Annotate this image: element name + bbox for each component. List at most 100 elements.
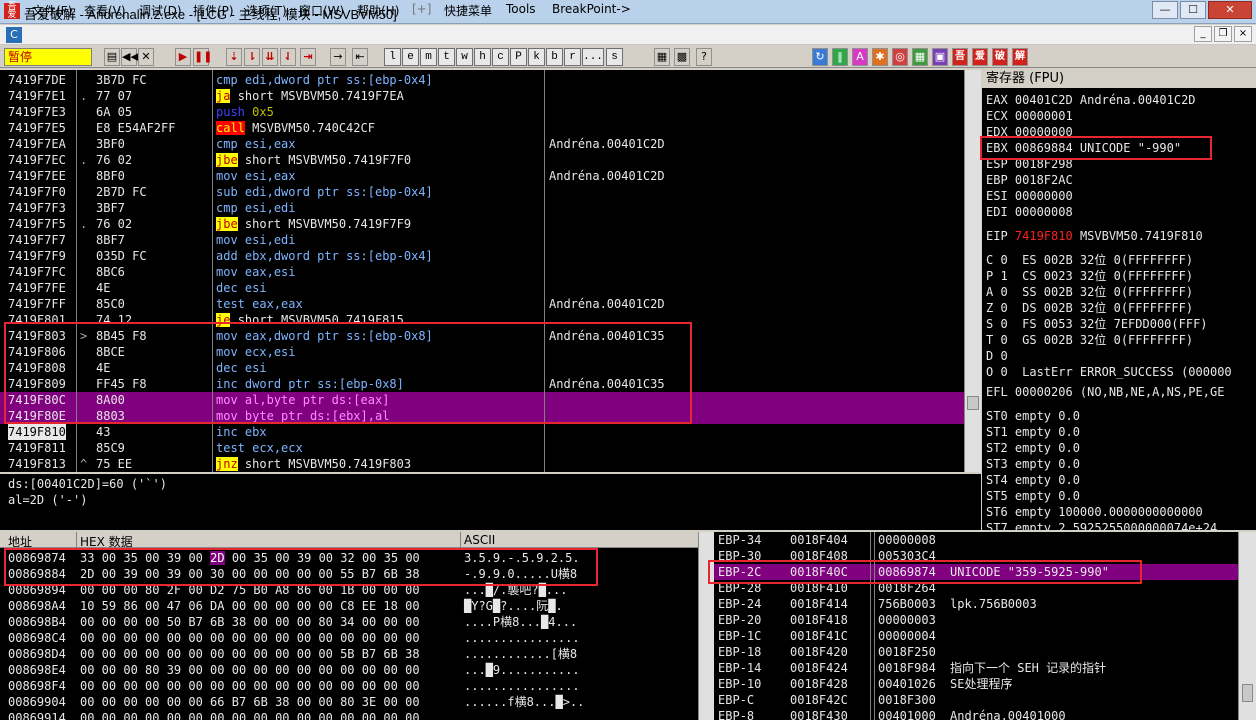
menu-tools[interactable]: Tools [506,2,536,16]
menu-breakpoint[interactable]: BreakPoint-> [552,2,631,16]
menu-shortcut[interactable]: 快捷菜单 [444,2,492,19]
close-file-icon[interactable]: ✕ [138,48,154,66]
toolbar-source-button[interactable]: s [606,48,623,66]
mdi-minimize-button[interactable]: _ [1194,26,1212,42]
register-row[interactable]: ESP 0018F298 [986,156,1073,172]
menu-plus[interactable]: [+] [412,2,431,16]
disasm-row[interactable]: 7419F7F7 8BF7 mov esi,edi [0,232,964,248]
minimize-button[interactable]: — [1152,1,1178,19]
disasm-row[interactable]: 7419F7F3 3BF7 cmp esi,edi [0,200,964,216]
dump-row[interactable]: 008698C4 00 00 00 00 00 00 00 00 00 00 00… [0,630,698,646]
disasm-row[interactable]: 7419F80E 8803 mov byte ptr ds:[ebx],al [0,408,964,424]
grid-icon[interactable]: ▦ [912,48,928,66]
register-row[interactable]: EDX 00000000 [986,124,1073,140]
gear-icon[interactable]: ✱ [872,48,888,66]
trace-over-icon[interactable]: ⇃ [280,48,296,66]
disasm-row[interactable]: 7419F7FE 4E dec esi [0,280,964,296]
dump-row[interactable]: 008698A4 10 59 86 00 47 06 DA 00 00 00 00… [0,598,698,614]
disasm-row[interactable]: 7419F801. 74 12 je short MSVBVM50.7419F815 [0,312,964,328]
run-icon[interactable]: ▶ [175,48,191,66]
dump-row[interactable]: 00869904 00 00 00 00 00 00 66 B7 6B 38 00… [0,694,698,710]
disasm-row[interactable]: 7419F806 8BCE mov ecx,esi [0,344,964,360]
dump-row[interactable]: 008698E4 00 00 00 80 39 00 00 00 00 00 00… [0,662,698,678]
target-icon[interactable]: ◎ [892,48,908,66]
toolbar-log-button[interactable]: l [384,48,401,66]
register-row[interactable]: EBX 00869884 UNICODE "-990" [986,140,1181,156]
fpu-row[interactable]: ST7 empty 2.5925255000000074e+24 [986,520,1217,530]
fpu-row[interactable]: ST5 empty 0.0 [986,488,1080,504]
disasm-row[interactable]: 7419F7EA 3BF0 cmp esi,eax Andréna.00401C2D [0,136,964,152]
dump-row[interactable]: 008698B4 00 00 00 00 50 B7 6B 38 00 00 00… [0,614,698,630]
flag-row[interactable]: C 0 ES 002B 32位 0(FFFFFFFF) [986,252,1193,268]
disasm-row[interactable]: 7419F7F9 035D FC add ebx,dword ptr ss:[ebp… [0,248,964,264]
fpu-row[interactable]: ST3 empty 0.0 [986,456,1080,472]
disasm-row[interactable]: 7419F7E3 6A 05 push 0x5 [0,104,964,120]
disasm-row[interactable]: 7419F7EE 8BF0 mov esi,eax Andréna.00401C2D [0,168,964,184]
dump-row[interactable]: 008698D4 00 00 00 00 00 00 00 00 00 00 00… [0,646,698,662]
registers-pane[interactable]: 寄存器 (FPU) EAX 00401C2D Andréna.00401C2D E… [982,70,1256,530]
register-row[interactable]: EDI 00000008 [986,204,1073,220]
go-to-origin-icon[interactable]: ⇤ [352,48,368,66]
fpu-row[interactable]: ST6 empty 100000.0000000000000 [986,504,1203,520]
stack-row[interactable]: EBP-1C 0018F41C 00000004 [714,628,1256,644]
toolbar-cpu-button[interactable]: c [492,48,509,66]
menu-options[interactable]: 选项(T) [246,2,287,19]
toolbar-memory-button[interactable]: m [420,48,437,66]
toolbar-references-button[interactable]: r [564,48,581,66]
flag-row[interactable]: P 1 CS 0023 32位 0(FFFFFFFF) [986,268,1193,284]
toolbar-breakpoints-button[interactable]: b [546,48,563,66]
hex-dump-pane[interactable]: 00869874 33 00 35 00 39 00 2D 00 35 00 39… [0,548,698,720]
flag-row[interactable]: Z 0 DS 002B 32位 0(FFFFFFFF) [986,300,1193,316]
disasm-row[interactable]: 7419F7EC. 76 02 jbe short MSVBVM50.7419F7F… [0,152,964,168]
toolbar-windows-button[interactable]: w [456,48,473,66]
efl-row[interactable]: EFL 00000206 (NO,NB,NE,A,NS,PE,GE [986,384,1224,400]
register-row[interactable]: EAX 00401C2D Andréna.00401C2D [986,92,1196,108]
menu-file[interactable]: 文件(F) [32,2,72,19]
toolbar-threads-button[interactable]: t [438,48,455,66]
options-icon[interactable]: ▦ [654,48,670,66]
dump-row[interactable]: 008698F4 00 00 00 00 00 00 00 00 00 00 00… [0,678,698,694]
appearance-icon[interactable]: ▩ [674,48,690,66]
menu-view[interactable]: 查看(V) [84,2,126,19]
disasm-row[interactable]: 7419F7E5 E8 E54AF2FF call MSVBVM50.740C42C… [0,120,964,136]
disassembly-scrollbar[interactable] [964,70,981,472]
step-over-icon[interactable]: ⇂ [244,48,260,66]
menu-help[interactable]: 帮助(H) [357,2,399,19]
brand-badge-3[interactable]: 破 [992,48,1008,66]
stack-row[interactable]: EBP-30 0018F408 005303C4 [714,548,1256,564]
open-icon[interactable]: ▤ [104,48,120,66]
refresh-icon[interactable]: ↻ [812,48,828,66]
register-row[interactable]: ECX 00000001 [986,108,1073,124]
flag-row[interactable]: O 0 LastErr ERROR_SUCCESS (000000 [986,364,1232,380]
fpu-row[interactable]: ST1 empty 0.0 [986,424,1080,440]
stack-row[interactable]: EBP-8 0018F430 00401000 Andréna.00401000 [714,708,1256,720]
menu-plugins[interactable]: 插件(P) [193,2,234,19]
flag-row[interactable]: A 0 SS 002B 32位 0(FFFFFFFF) [986,284,1193,300]
help-icon[interactable]: ? [696,48,712,66]
disasm-row[interactable]: 7419F7FC 8BC6 mov eax,esi [0,264,964,280]
fpu-row[interactable]: ST4 empty 0.0 [986,472,1080,488]
toolbar-patches-button[interactable]: P [510,48,527,66]
toolbar-runtrace-button[interactable]: ... [582,48,604,66]
disasm-row[interactable]: 7419F811 85C9 test ecx,ecx [0,440,964,456]
stack-row[interactable]: EBP-28 0018F410 0018F264 [714,580,1256,596]
rewind-icon[interactable]: ◀◀ [121,48,139,66]
mdi-close-button[interactable]: × [1234,26,1252,42]
disasm-row[interactable]: 7419F803 >8B45 F8 mov eax,dword ptr ss:[eb… [0,328,964,344]
disasm-row[interactable]: 7419F7E1. 77 07 ja short MSVBVM50.7419F7EA [0,88,964,104]
register-row[interactable]: EBP 0018F2AC [986,172,1073,188]
dump-row[interactable]: 00869914 00 00 00 00 00 00 00 00 00 00 00… [0,710,698,720]
stack-row[interactable]: EBP-20 0018F418 00000003 [714,612,1256,628]
trace-into-icon[interactable]: ⇊ [262,48,278,66]
stack-row[interactable]: EBP-2C 0018F40C 00869874 UNICODE "359-5925-… [714,564,1256,580]
module-icon[interactable]: ▣ [932,48,948,66]
goto-icon[interactable]: → [330,48,346,66]
flag-row[interactable]: D 0 [986,348,1008,364]
execute-till-return-icon[interactable]: ⇥ [300,48,316,66]
toolbar-executables-button[interactable]: e [402,48,419,66]
eip-row[interactable]: EIP 7419F810 MSVBVM50.7419F810 [986,228,1203,244]
brand-badge-1[interactable]: 吾 [952,48,968,66]
disasm-row[interactable]: 7419F809 FF45 F8 inc dword ptr ss:[ebp-0x8… [0,376,964,392]
stack-scrollbar[interactable] [1238,532,1256,720]
mdi-restore-button[interactable]: ❐ [1214,26,1232,42]
